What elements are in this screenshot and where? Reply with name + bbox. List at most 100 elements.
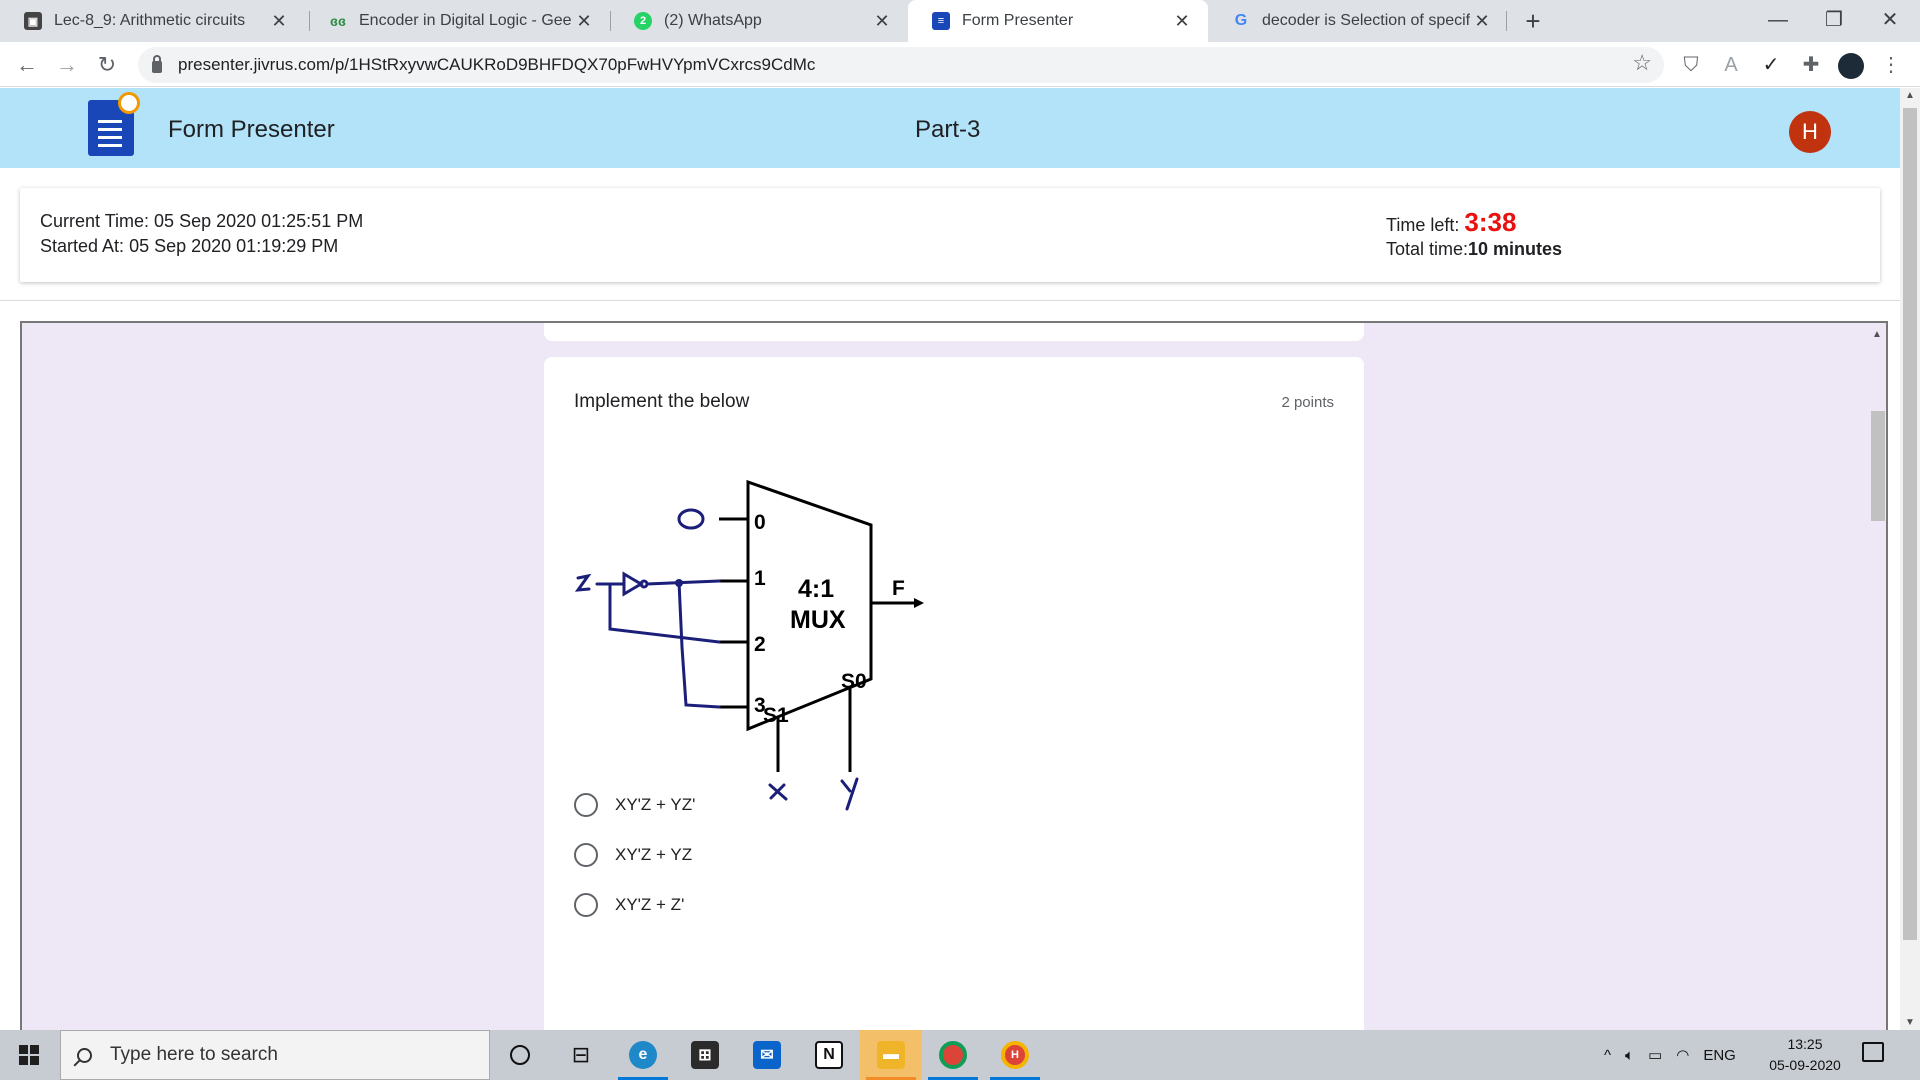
option-label: XY'Z + YZ (615, 845, 693, 864)
minimize-icon[interactable]: — (1750, 0, 1806, 40)
part-title: Part-3 (915, 116, 981, 143)
hand-inverter (622, 571, 644, 597)
google-icon: G (1234, 12, 1248, 29)
edge-browser-icon[interactable]: e (612, 1030, 674, 1080)
chrome-profile-icon[interactable]: H (984, 1030, 1046, 1080)
divider (0, 300, 1900, 301)
start-button[interactable] (0, 1030, 58, 1080)
file-explorer-icon[interactable]: ▬ (860, 1030, 922, 1080)
store-icon[interactable]: ⊞ (674, 1030, 736, 1080)
close-icon[interactable]: ✕ (267, 11, 291, 32)
radio-button[interactable] (574, 893, 598, 917)
classroom-icon: ▣ (24, 12, 42, 30)
time-left-label: Time left: (1386, 215, 1460, 235)
app-header: Form Presenter Part-3 (0, 88, 1900, 168)
taskbar-clock[interactable]: 13:25 05-09-2020 (1752, 1034, 1858, 1076)
select-s0-label: S0 (841, 670, 867, 693)
scroll-down-arrow-icon[interactable]: ▼ (1905, 1017, 1915, 1028)
answer-option-2[interactable]: XY'Z + YZ (574, 843, 692, 867)
tab-form-presenter[interactable]: ≡ Form Presenter ✕ (908, 0, 1208, 42)
hand-zbar-to-input-1 (645, 579, 721, 586)
tab-title: Form Presenter (962, 12, 1074, 29)
input-2-label: 2 (754, 633, 766, 656)
page-scrollbar[interactable]: ▲ ▼ (1900, 88, 1920, 1030)
hand-z-letter (574, 573, 592, 592)
system-tray: ^ 🔈︎ ▭ ◠ ENG (1604, 1030, 1736, 1080)
task-view-icon[interactable]: ⊟ (550, 1030, 612, 1080)
profile-icon[interactable] (1836, 50, 1866, 80)
hand-zbar-to-input-3 (677, 580, 721, 709)
extension-shield-icon[interactable]: ⛉ (1676, 50, 1706, 80)
close-window-icon[interactable]: ✕ (1862, 0, 1918, 40)
back-arrow-icon[interactable]: ← (10, 48, 44, 82)
puzzle-extensions-icon[interactable]: ✚ (1796, 50, 1826, 80)
tab-decoder-search[interactable]: G decoder is Selection of specific ou ✕ (1208, 0, 1508, 42)
started-at-line: Started At: 05 Sep 2020 01:19:29 PM (40, 236, 338, 257)
chrome-icon[interactable] (922, 1030, 984, 1080)
menu-kebab-icon[interactable]: ⋮ (1876, 50, 1906, 80)
restore-icon[interactable]: ❐ (1806, 0, 1862, 40)
input-0-label: 0 (754, 511, 766, 534)
forward-arrow-icon[interactable]: → (50, 48, 84, 82)
taskbar-search-box[interactable]: Type here to search (60, 1030, 490, 1080)
tab-title: (2) WhatsApp (664, 12, 762, 29)
language-indicator[interactable]: ENG (1703, 1047, 1736, 1064)
select-s1-label: S1 (763, 704, 789, 727)
browser-toolbar: ← → ↻ presenter.jivrus.com/p/1HStRxyvwCA… (0, 42, 1920, 87)
current-time-value: 05 Sep 2020 01:25:51 PM (154, 211, 364, 231)
time-left-line: Time left: 3:38 (1386, 207, 1516, 238)
answer-option-3[interactable]: XY'Z + Z' (574, 893, 684, 917)
form-scrollbar[interactable]: ▲ (1868, 323, 1886, 1030)
whatsapp-icon: 2 (634, 12, 652, 30)
close-icon[interactable]: ✕ (870, 11, 894, 32)
browser-tab-strip: ▣ Lec-8_9: Arithmetic circuits ✕ ɞɞ Enco… (0, 0, 1920, 42)
extension-a-icon[interactable]: A (1716, 50, 1746, 80)
total-time-label: Total time: (1386, 239, 1469, 259)
answer-option-1[interactable]: XY'Z + YZ' (574, 793, 695, 817)
speaker-icon[interactable]: 🔈︎ (1625, 1047, 1634, 1064)
tab-whatsapp[interactable]: 2 (2) WhatsApp ✕ (610, 0, 908, 42)
notification-center-icon[interactable] (1862, 1042, 1884, 1062)
url-text: presenter.jivrus.com/p/1HStRxyvwCAUKRoD9… (178, 55, 816, 74)
tab-encoder[interactable]: ɞɞ Encoder in Digital Logic - Geeksfo ✕ (305, 0, 610, 42)
timer-info-card: Current Time: 05 Sep 2020 01:25:51 PM St… (20, 188, 1880, 282)
radio-button[interactable] (574, 793, 598, 817)
close-icon[interactable]: ✕ (572, 11, 596, 32)
reload-icon[interactable]: ↻ (90, 48, 124, 82)
mail-icon[interactable]: ✉ (736, 1030, 798, 1080)
windows-logo-icon (19, 1045, 39, 1065)
total-time-value: 10 minutes (1468, 239, 1563, 259)
tab-title: Encoder in Digital Logic - Geeksfo (359, 12, 572, 29)
checkmark-extension-icon[interactable]: ✓ (1756, 50, 1786, 80)
output-label: F (892, 577, 905, 600)
bookmark-star-icon[interactable]: ☆ (1632, 50, 1652, 76)
current-time-label: Current Time: (40, 211, 150, 231)
show-hidden-icons-icon[interactable]: ^ (1604, 1047, 1611, 1064)
radio-button[interactable] (574, 843, 598, 867)
previous-question-card (544, 323, 1364, 341)
page-scrollbar-thumb[interactable] (1903, 108, 1917, 940)
tab-title: Lec-8_9: Arithmetic circuits (54, 12, 246, 29)
form-scrollbar-thumb[interactable] (1871, 411, 1885, 521)
notion-icon[interactable]: N (798, 1030, 860, 1080)
wifi-icon[interactable]: ◠ (1676, 1046, 1689, 1064)
hand-x-letter (768, 783, 788, 801)
close-icon[interactable]: ✕ (1470, 11, 1494, 32)
user-avatar[interactable]: H (1789, 111, 1831, 153)
tab-title: decoder is Selection of specific ou (1262, 12, 1470, 29)
lock-icon (152, 55, 162, 73)
started-at-value: 05 Sep 2020 01:19:29 PM (129, 236, 339, 256)
new-tab-button[interactable]: + (1518, 6, 1548, 36)
address-bar[interactable]: presenter.jivrus.com/p/1HStRxyvwCAUKRoD9… (138, 47, 1664, 83)
cortana-icon[interactable] (489, 1030, 551, 1080)
scroll-up-arrow-icon[interactable]: ▲ (1905, 90, 1915, 101)
embedded-form-frame: Implement the below 2 points 0 1 2 3 4:1… (20, 321, 1888, 1030)
scroll-up-arrow-icon[interactable]: ▲ (1872, 329, 1882, 340)
input-1-label: 1 (754, 567, 766, 590)
battery-icon[interactable]: ▭ (1648, 1046, 1662, 1064)
clock-date: 05-09-2020 (1769, 1057, 1841, 1073)
tab-lec-8-9[interactable]: ▣ Lec-8_9: Arithmetic circuits ✕ (0, 0, 305, 42)
close-icon[interactable]: ✕ (1170, 11, 1194, 32)
forms-icon: ≡ (932, 12, 950, 30)
windows-taskbar: Type here to search ⊟ e ⊞ ✉ N ▬ H ^ 🔈︎ ▭… (0, 1030, 1920, 1080)
